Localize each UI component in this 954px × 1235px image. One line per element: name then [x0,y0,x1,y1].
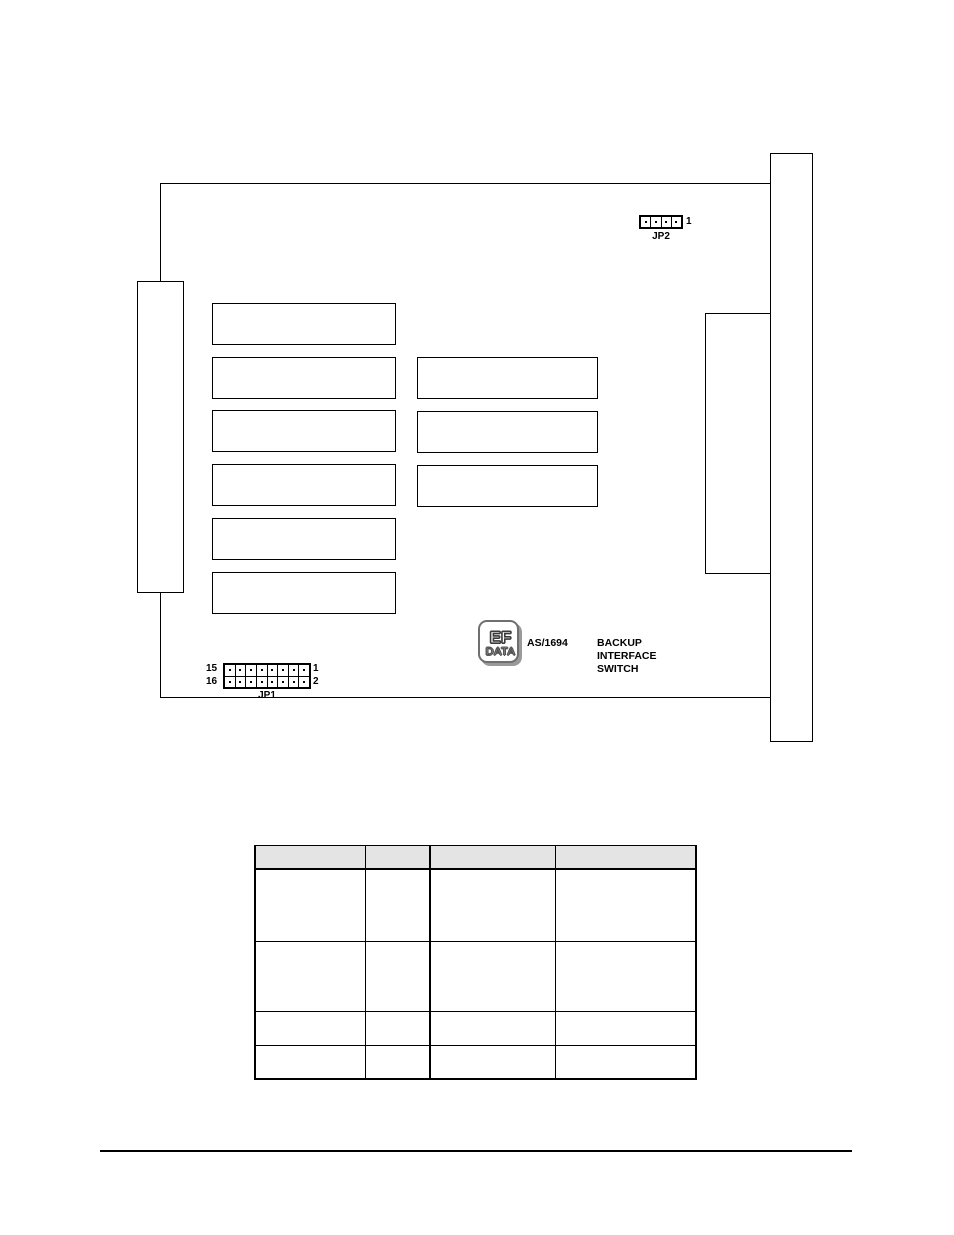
pin [266,665,278,676]
faceplate-bracket [770,153,813,742]
footer-divider [100,1150,852,1152]
pin [255,665,267,676]
connector-jp2 [639,215,683,229]
jp1-pin2-label: 2 [313,676,319,687]
specification-table [254,845,697,1080]
silkscreen-title-line-1: BACKUP [597,637,642,649]
document-page: 1 JP2 15 16 1 2 JP1 EF DATA AS/1694 BACK… [0,0,954,1235]
pin [225,665,235,676]
ic-outline [212,464,396,506]
pin [266,676,278,687]
table-cell [254,1044,366,1080]
board-edge-left-lower [160,592,161,698]
pin [650,217,660,227]
table-cell [364,1010,431,1046]
table-row [254,1044,697,1080]
ic-outline [212,410,396,452]
board-edge-top [160,183,772,184]
pin [245,676,256,687]
pin-row [225,675,309,688]
table-cell [364,868,431,942]
pin [245,665,256,676]
silkscreen-title-line-2: INTERFACE [597,650,657,662]
table-head [254,845,697,870]
pin [287,665,299,676]
jp2-name-label: JP2 [652,231,670,242]
table-column-header [364,845,431,870]
table-row [254,868,697,942]
pin-row [641,217,681,227]
logo-inner: EF DATA [485,627,516,660]
table-column-header [254,845,366,870]
rear-panel-connector [705,313,771,574]
connector-jp1 [223,663,311,689]
ic-outline [212,303,396,345]
ic-outline [417,357,598,399]
jp1-name-label: JP1 [258,690,276,701]
table-cell [254,940,366,1012]
silkscreen-title-line-3: SWITCH [597,663,639,675]
table-cell [254,1010,366,1046]
ic-outline [417,465,598,507]
logo-plate: EF DATA [478,620,519,663]
pin [298,676,309,687]
logo-ef-text: EF [489,627,512,647]
table-body [254,868,697,1080]
table-cell [254,868,366,942]
table-column-header [554,845,697,870]
board-edge-left-upper [160,183,161,282]
pin [670,217,681,227]
table-cell [554,1044,697,1080]
pin-row [225,665,309,676]
ic-outline [417,411,598,453]
table-cell [429,868,556,942]
pin [277,665,288,676]
table-cell [429,940,556,1012]
pin [234,665,246,676]
efdata-logo: EF DATA [478,620,522,666]
table-cell [554,868,697,942]
table-column-header [429,845,556,870]
board-outline-figure: 1 JP2 15 16 1 2 JP1 EF DATA AS/1694 BACK… [0,0,954,790]
table-cell [554,940,697,1012]
jp1-pin1-label: 1 [313,663,319,674]
pin [234,676,246,687]
table-cell [429,1044,556,1080]
ic-outline [212,572,396,614]
pin [277,676,288,687]
jp2-pin1-label: 1 [686,216,692,227]
pin [255,676,267,687]
logo-data-text: DATA [485,645,516,658]
table-cell [364,1044,431,1080]
table-cell [554,1010,697,1046]
card-edge-connector [137,281,184,593]
pin [641,217,650,227]
pin [660,217,671,227]
pin [287,676,299,687]
table-cell [429,1010,556,1046]
table-header-row [254,845,697,870]
jp1-pin16-label: 16 [206,676,218,687]
ic-outline [212,357,396,399]
ic-outline [212,518,396,560]
table-cell [364,940,431,1012]
pin [298,665,309,676]
jp1-pin15-label: 15 [206,663,218,674]
pin [225,677,235,688]
silkscreen-part-number: AS/1694 [527,637,568,649]
table-row [254,940,697,1012]
table-row [254,1010,697,1046]
